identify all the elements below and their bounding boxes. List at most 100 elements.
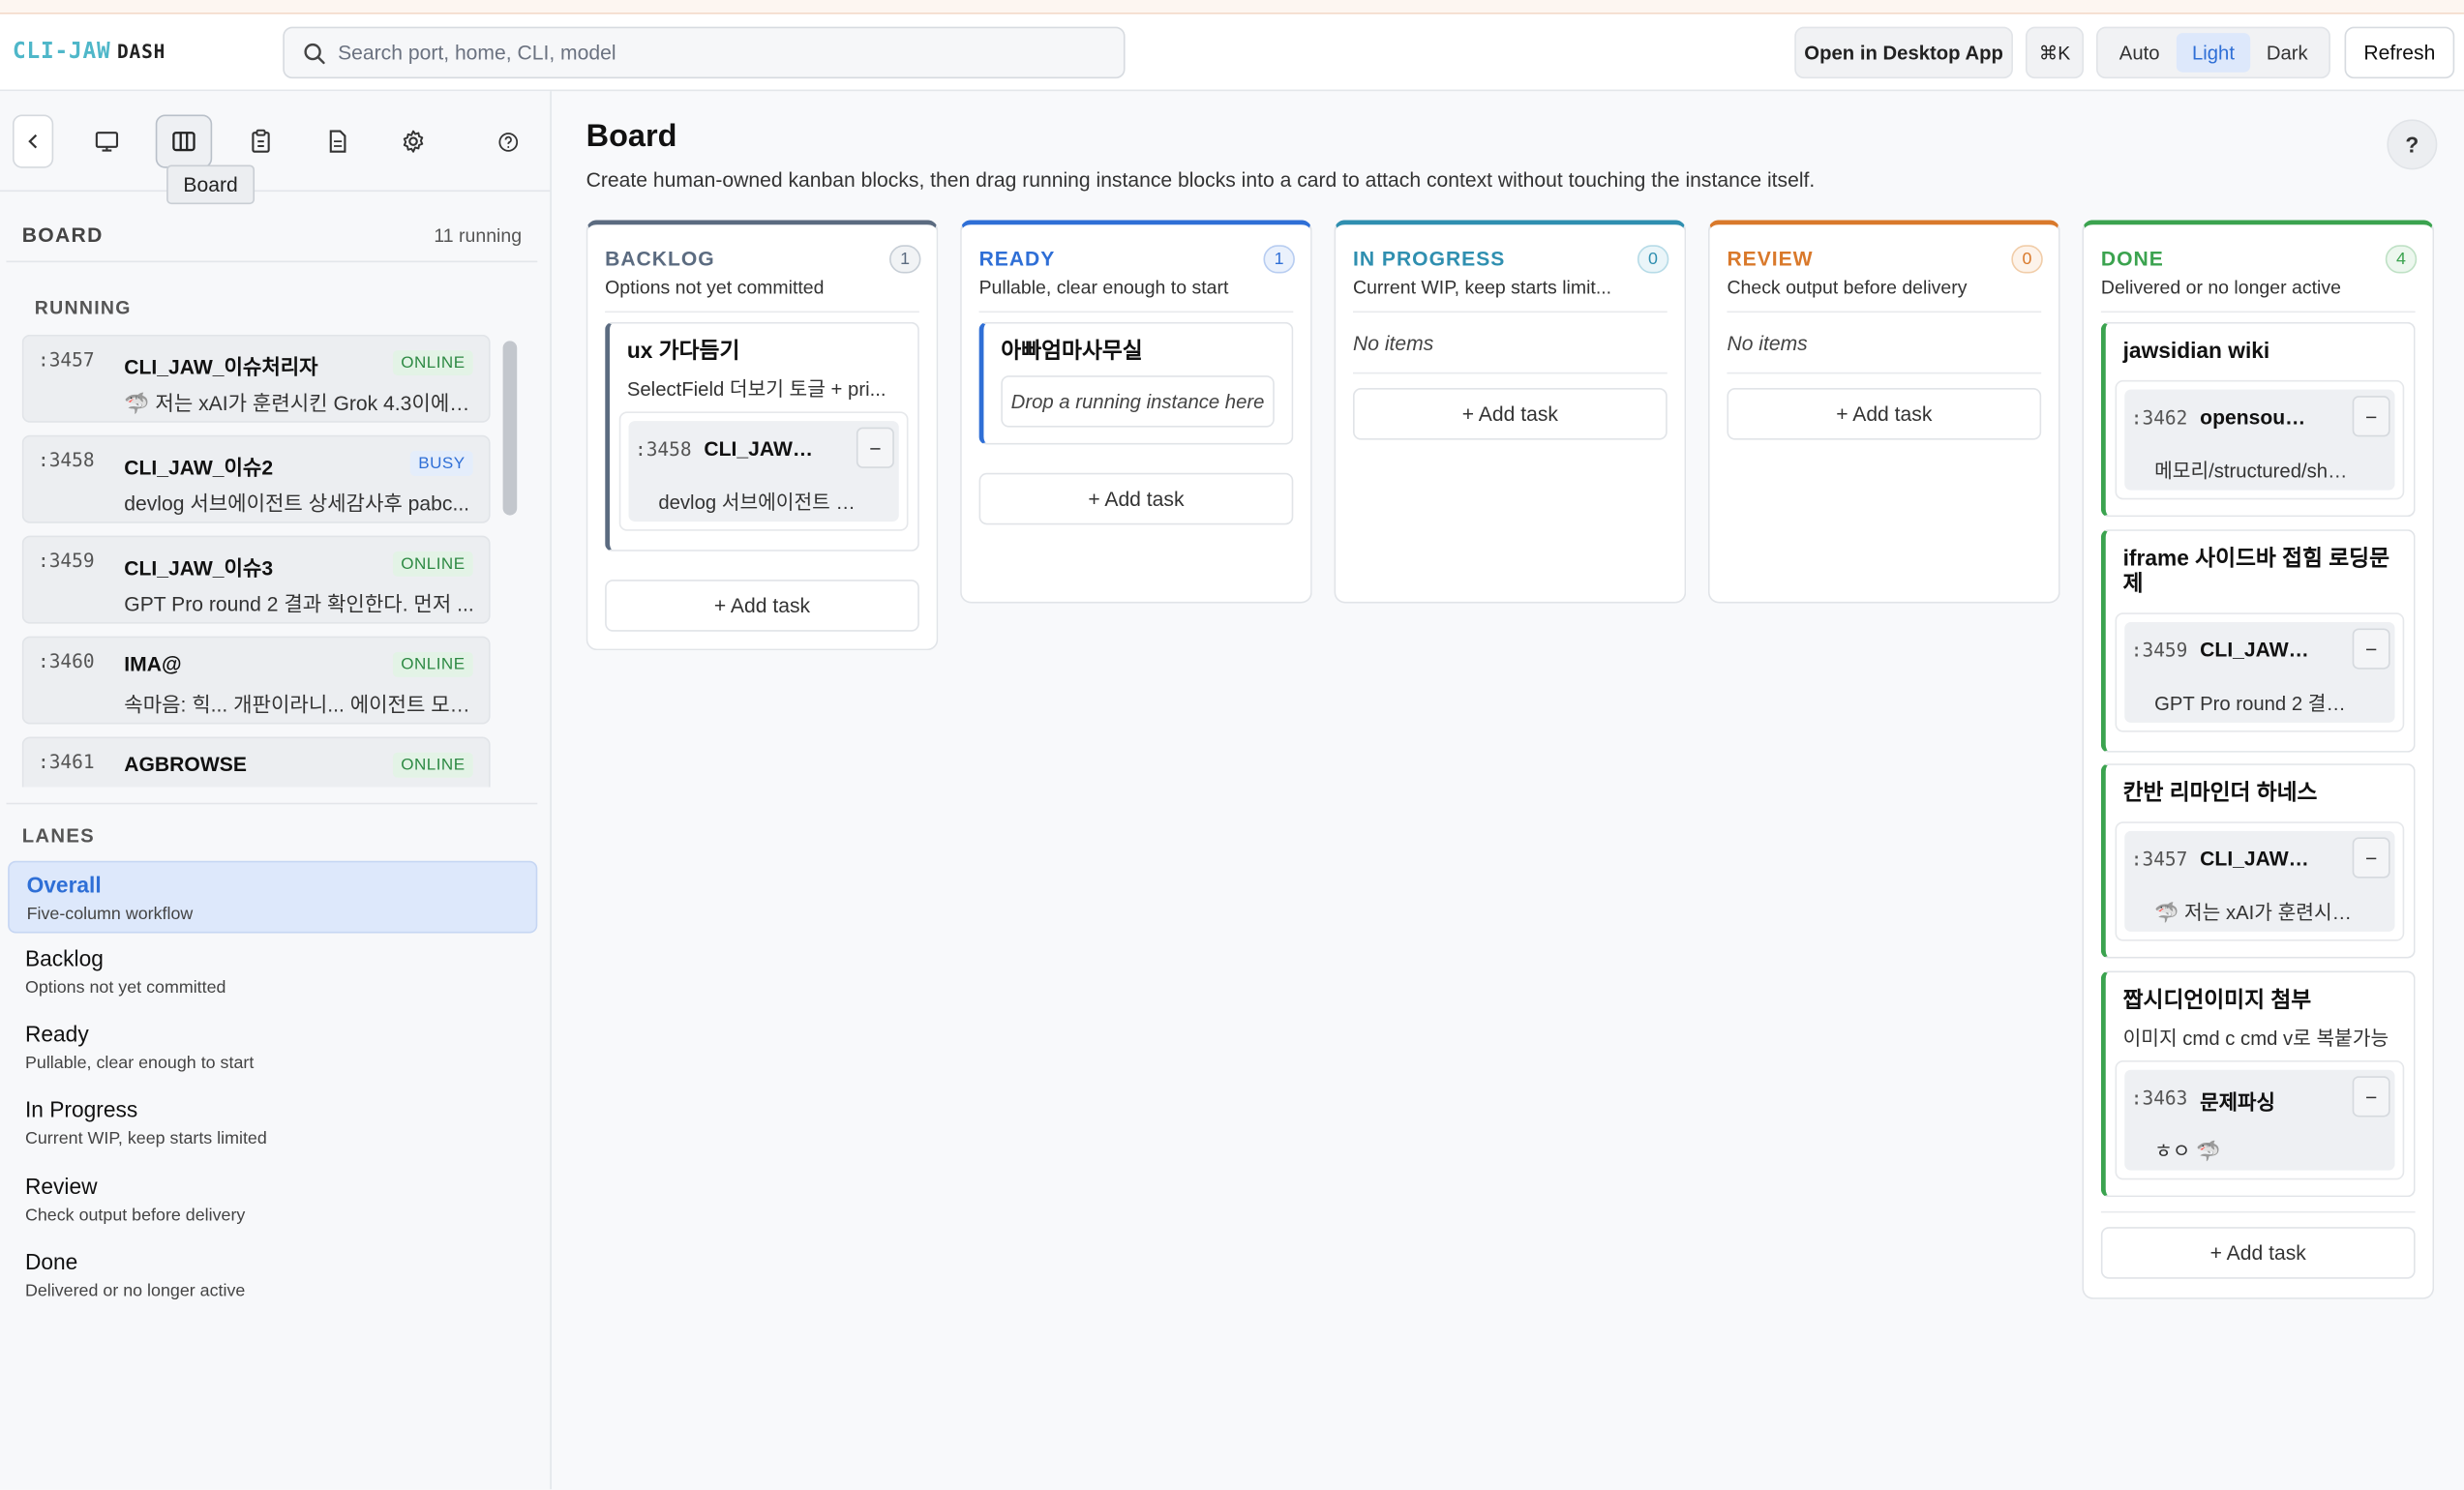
search-box[interactable] [283, 26, 1126, 79]
sidebar-icon-bar: Board [0, 91, 551, 205]
lane-overall[interactable]: Overall Five-column workflow [8, 860, 538, 934]
kanban-card[interactable]: 아빠엄마사무실 Drop a running instance here [978, 321, 1294, 445]
instance-message: 🦈 저는 xAI가 훈련시킨 ... [2154, 902, 2356, 924]
kanban-card[interactable]: iframe 사이드바 접힘 로딩문제 :3459 CLI_JAW_... − … [2100, 529, 2416, 753]
detach-instance-button[interactable]: − [2352, 396, 2390, 437]
theme-switcher: Auto Light Dark [2096, 26, 2330, 79]
attached-instance[interactable]: :3463 문제파싱 − ㅎㅇ 🦈 [2115, 1059, 2405, 1180]
divider [1727, 372, 2042, 374]
open-desktop-app-button[interactable]: Open in Desktop App [1794, 26, 2013, 79]
add-task-button[interactable]: + Add task [2100, 1227, 2416, 1279]
kanban-card[interactable]: 칸반 리마인더 하네스 :3457 CLI_JAW_... − 🦈 저는 xAI… [2100, 763, 2416, 959]
lane-backlog[interactable]: Backlog Options not yet committed [8, 937, 537, 1009]
search-input[interactable] [338, 28, 1108, 77]
card-title: 짭시디언이미지 첨부 [2122, 986, 2312, 1012]
nav-instances-button[interactable] [78, 115, 135, 168]
page-title: Board [586, 119, 677, 155]
nav-tasks-button[interactable] [232, 115, 288, 168]
lane-description: Pullable, clear enough to start [24, 1054, 255, 1073]
nav-settings-button[interactable] [385, 115, 441, 168]
instance-port: :3463 [2130, 1087, 2188, 1110]
add-task-button[interactable]: + Add task [1353, 388, 1668, 440]
running-instance-item[interactable]: :3459 CLI_JAW_이슈3 ONLINE GPT Pro round 2… [21, 535, 491, 624]
nav-help-button[interactable] [479, 115, 535, 168]
attached-instance[interactable]: :3457 CLI_JAW_... − 🦈 저는 xAI가 훈련시킨 ... [2115, 821, 2405, 941]
running-instance-item[interactable]: :3458 CLI_JAW_이슈2 BUSY devlog 서브에이전트 상세감… [21, 434, 491, 523]
status-badge: ONLINE [393, 551, 473, 577]
detach-instance-button[interactable]: − [2352, 837, 2390, 879]
instance-message: devlog 서브에이전트 상세감사후 pabc... [124, 492, 470, 516]
instance-port: :3462 [2130, 406, 2188, 430]
kanban-card[interactable]: jawsidian wiki :3462 opensource − 메모리/st… [2100, 321, 2416, 518]
collapse-sidebar-button[interactable] [12, 114, 54, 168]
add-task-button[interactable]: + Add task [1727, 388, 2042, 440]
command-palette-shortcut-button[interactable]: ⌘K [2025, 26, 2085, 79]
instance-name: CLI_JAW_이슈3 [124, 555, 274, 581]
divider [6, 802, 538, 805]
running-instance-list[interactable]: :3457 CLI_JAW_이슈처리자 ONLINE 🦈 저는 xAI가 훈련시… [21, 334, 494, 788]
board-icon [172, 132, 195, 152]
logo-suffix: DASH [116, 41, 166, 63]
lane-name: Review [24, 1173, 98, 1199]
lanes-heading: LANES [21, 824, 96, 848]
lane-description: Five-column workflow [26, 905, 194, 924]
status-badge: ONLINE [393, 651, 473, 677]
instance-message: GPT Pro round 2 결과 확인한다. 먼저 ... [124, 592, 474, 616]
lane-ready[interactable]: Ready Pullable, clear enough to start [8, 1012, 537, 1085]
column-description: Check output before delivery [1727, 276, 1968, 299]
gear-icon [403, 130, 424, 153]
document-icon [329, 130, 346, 153]
attached-instance[interactable]: :3458 CLI_JAW_... − devlog 서브에이전트 상... [618, 411, 909, 531]
column-title: IN PROGRESS [1353, 246, 1506, 271]
attached-instance[interactable]: :3462 opensource − 메모리/structured/shar..… [2115, 379, 2405, 500]
theme-dark-button[interactable]: Dark [2250, 33, 2324, 73]
detach-instance-button[interactable]: − [2352, 1076, 2390, 1118]
column-count-badge: 1 [888, 245, 921, 274]
nav-board-button[interactable] [155, 114, 213, 168]
nav-documents-button[interactable] [310, 115, 366, 168]
attached-instance[interactable]: :3459 CLI_JAW_... − GPT Pro round 2 결과 .… [2115, 612, 2405, 732]
theme-auto-button[interactable]: Auto [2103, 33, 2177, 73]
divider [1353, 372, 1668, 374]
column-description: Delivered or no longer active [2100, 276, 2341, 299]
instance-drop-zone[interactable]: Drop a running instance here [1001, 375, 1275, 428]
instance-name: CLI_JAW_... [2200, 847, 2310, 871]
column-title: REVIEW [1727, 246, 1814, 271]
instance-port: :3457 [37, 348, 95, 372]
column-title: BACKLOG [605, 246, 715, 271]
column-count-badge: 0 [1637, 245, 1669, 274]
divider [2100, 311, 2416, 313]
theme-light-button[interactable]: Light [2176, 33, 2251, 73]
empty-column-text: No items [1727, 331, 1808, 355]
app-logo[interactable]: CLI-JAW DASH [13, 40, 165, 65]
lane-done[interactable]: Done Delivered or no longer active [8, 1239, 537, 1312]
kanban-card[interactable]: 짭시디언이미지 첨부 이미지 cmd c cmd v로 복붙가능 :3463 문… [2100, 970, 2416, 1198]
detach-instance-button[interactable]: − [2352, 628, 2390, 670]
column-title: READY [978, 246, 1056, 271]
running-list-scrollbar[interactable] [502, 341, 518, 516]
add-task-button[interactable]: + Add task [978, 472, 1294, 525]
detach-instance-button[interactable]: − [856, 427, 894, 468]
kanban-card[interactable]: ux 가다듬기 SelectField 더보기 토글 + pri... :345… [605, 321, 919, 551]
help-button[interactable]: ? [2387, 119, 2438, 170]
lane-name: Backlog [24, 945, 104, 971]
refresh-button[interactable]: Refresh [2344, 26, 2455, 79]
instance-name: CLI_JAW_... [704, 436, 815, 461]
board-main: Board Create human-owned kanban blocks, … [552, 91, 2464, 1489]
column-description: Options not yet committed [605, 276, 825, 299]
running-instance-item[interactable]: :3457 CLI_JAW_이슈처리자 ONLINE 🦈 저는 xAI가 훈련시… [21, 334, 491, 423]
divider [1353, 311, 1668, 313]
lane-review[interactable]: Review Check output before delivery [8, 1164, 537, 1237]
card-title: iframe 사이드바 접힘 로딩문제 [2122, 545, 2390, 596]
sidebar-title: BOARD [21, 223, 104, 247]
add-task-button[interactable]: + Add task [605, 580, 919, 632]
running-count: 11 running [434, 224, 523, 247]
clipboard-icon [252, 129, 270, 153]
column-title: DONE [2100, 246, 2164, 271]
lane-in-progress[interactable]: In Progress Current WIP, keep starts lim… [8, 1088, 537, 1160]
status-badge: BUSY [410, 451, 473, 476]
instance-name: opensource [2200, 404, 2310, 430]
running-instance-item[interactable]: :3461 AGBROWSE ONLINE [21, 736, 491, 788]
running-instance-item[interactable]: :3460 IMA@ ONLINE 속마음: 힉... 개판이라니... 에이전… [21, 636, 491, 725]
instance-port: :3458 [634, 438, 692, 461]
